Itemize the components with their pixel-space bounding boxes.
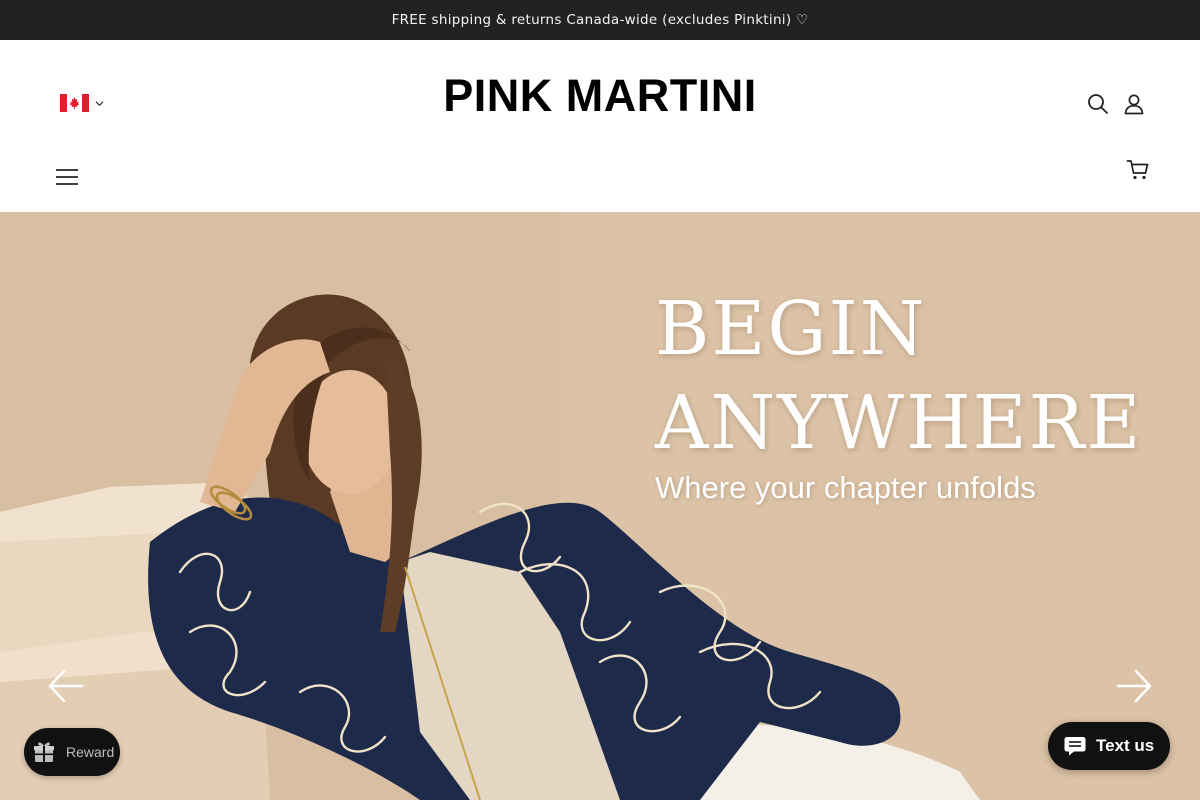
hero-title-line1: BEGIN: [655, 286, 927, 372]
canada-flag-icon: [60, 94, 89, 112]
cart-button[interactable]: [1125, 157, 1151, 183]
search-button[interactable]: [1085, 91, 1111, 117]
announcement-bar: FREE shipping & returns Canada-wide (exc…: [0, 0, 1200, 40]
shopping-cart-icon: [1126, 160, 1149, 180]
hero-title-line2: ANYWHERE: [655, 380, 1143, 466]
arrow-right-icon: [1116, 669, 1152, 703]
account-button[interactable]: [1121, 91, 1147, 117]
hero-slideshow: BEGIN ANYWHERE Where your chapter unfold…: [0, 212, 1200, 800]
reward-launcher-button[interactable]: Reward: [24, 728, 120, 776]
text-us-button[interactable]: Text us: [1048, 722, 1170, 770]
site-header: PINK MARTINI: [0, 40, 1200, 212]
slideshow-next-button[interactable]: [1114, 666, 1154, 706]
gift-icon: [34, 742, 54, 762]
reward-label: Reward: [66, 744, 115, 760]
menu-button[interactable]: [54, 164, 80, 190]
chat-bubble-icon: [1064, 737, 1086, 756]
hero-subtitle: Where your chapter unfolds: [655, 470, 1036, 505]
hamburger-menu-icon: [56, 169, 78, 185]
arrow-left-icon: [48, 669, 84, 703]
text-us-label: Text us: [1096, 736, 1155, 755]
chevron-down-icon: [95, 101, 104, 107]
hero-text-block: BEGIN ANYWHERE Where your chapter unfold…: [655, 282, 1143, 506]
country-selector[interactable]: [60, 94, 104, 112]
announcement-text: FREE shipping & returns Canada-wide (exc…: [391, 12, 809, 28]
search-icon: [1088, 94, 1108, 114]
slideshow-prev-button[interactable]: [46, 666, 86, 706]
user-icon: [1124, 94, 1144, 115]
brand-logo[interactable]: PINK MARTINI: [380, 70, 820, 122]
